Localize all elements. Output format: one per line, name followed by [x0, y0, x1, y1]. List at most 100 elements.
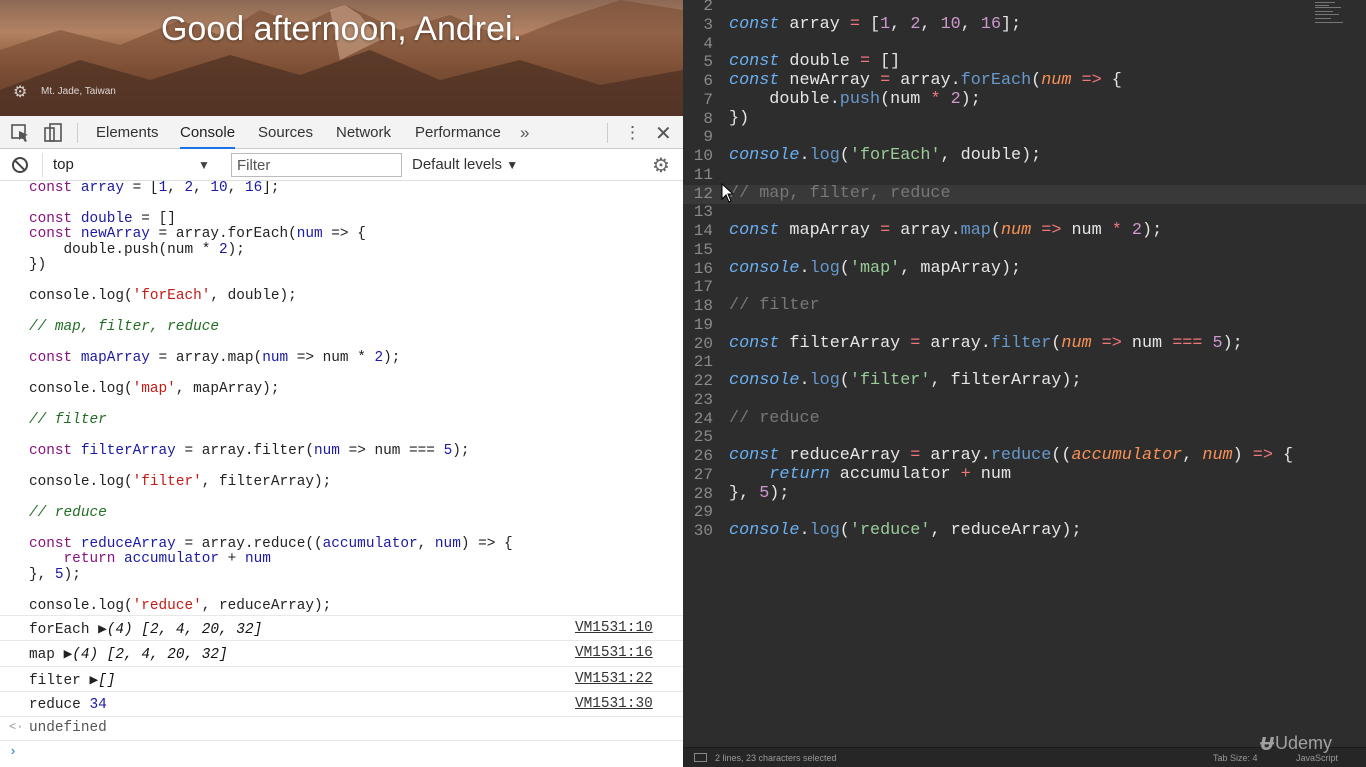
- tab-console[interactable]: Console: [180, 116, 236, 149]
- tab-sources[interactable]: Sources: [258, 116, 313, 149]
- console-settings-gear-icon[interactable]: ⚙: [652, 153, 670, 178]
- line-number: 19: [693, 315, 713, 334]
- code-line[interactable]: }, 5);: [729, 484, 789, 503]
- console-source-line: console.log('filter', filterArray);: [29, 474, 332, 490]
- log-levels-select[interactable]: Default levels ▼: [412, 153, 518, 177]
- more-tabs-icon[interactable]: »: [520, 123, 529, 143]
- code-line[interactable]: const newArray = array.forEach(num => {: [729, 72, 1122, 90]
- expand-triangle-icon[interactable]: ▶: [89, 673, 98, 689]
- code-line[interactable]: }): [729, 109, 749, 128]
- source-link[interactable]: VM1531:22: [575, 671, 653, 687]
- line-number: 17: [693, 278, 713, 297]
- minimap-line: [1315, 22, 1343, 23]
- expand-triangle-icon[interactable]: ▶: [64, 647, 73, 663]
- tab-performance[interactable]: Performance: [415, 116, 501, 149]
- console-source-line: // filter: [29, 412, 107, 428]
- console-log-row[interactable]: map ▶(4) [2, 4, 20, 32] VM1531:16: [0, 640, 683, 665]
- gear-icon[interactable]: ⚙: [13, 82, 27, 102]
- log-value[interactable]: []: [98, 673, 115, 689]
- console-log-row[interactable]: forEach ▶(4) [2, 4, 20, 32] VM1531:10: [0, 615, 683, 640]
- line-number: 24: [693, 409, 713, 428]
- line-number: 15: [693, 240, 713, 259]
- console-source-line: console.log('map', mapArray);: [29, 381, 280, 397]
- toolbar-divider: [607, 123, 608, 143]
- code-line[interactable]: double.push(num * 2);: [729, 90, 981, 109]
- code-line[interactable]: // filter: [729, 297, 820, 315]
- line-number: 13: [693, 203, 713, 222]
- inspect-element-icon[interactable]: [9, 122, 31, 144]
- code-line[interactable]: console.log('forEach', double);: [729, 147, 1041, 165]
- code-line[interactable]: const double = []: [729, 53, 900, 71]
- console-source-line: // map, filter, reduce: [29, 319, 219, 335]
- source-link[interactable]: VM1531:30: [575, 696, 653, 712]
- log-entry: filter ▶[]: [29, 672, 115, 689]
- clear-console-icon[interactable]: [12, 157, 28, 173]
- log-value[interactable]: (4) [2, 4, 20, 32]: [72, 647, 227, 663]
- console-source-line: const filterArray = array.filter(num => …: [29, 443, 470, 459]
- code-line[interactable]: const array = [1, 2, 10, 16];: [729, 15, 1021, 34]
- line-number: 9: [703, 128, 713, 147]
- result-value: undefined: [29, 720, 107, 736]
- console-log-row[interactable]: filter ▶[] VM1531:22: [0, 666, 683, 691]
- expand-triangle-icon[interactable]: ▶: [98, 622, 107, 638]
- console-source-line: const newArray = array.forEach(num => {: [29, 226, 366, 242]
- line-number: 16: [693, 259, 713, 278]
- code-line[interactable]: console.log('reduce', reduceArray);: [729, 522, 1082, 540]
- line-number: 23: [693, 390, 713, 409]
- console-source-line: const array = [1, 2, 10, 16];: [29, 181, 280, 196]
- code-editor[interactable]: 2 lines, 23 characters selected Tab Size…: [683, 0, 1366, 767]
- console-source-line: const mapArray = array.map(num => num * …: [29, 350, 401, 366]
- console-source-line: }, 5);: [29, 567, 81, 583]
- minimap-line: [1315, 14, 1339, 15]
- syntax-status[interactable]: JavaScript: [1296, 753, 1338, 763]
- log-label: map: [29, 647, 55, 663]
- device-toolbar-icon[interactable]: [42, 122, 64, 144]
- dropdown-caret-icon[interactable]: ▼: [198, 153, 210, 177]
- line-number: 22: [693, 372, 713, 390]
- panel-toggle-icon[interactable]: [694, 753, 707, 762]
- line-number: 7: [703, 90, 713, 109]
- log-levels-label: Default levels: [412, 156, 503, 173]
- log-value[interactable]: (4) [2, 4, 20, 32]: [107, 622, 262, 638]
- log-label: forEach: [29, 622, 90, 638]
- log-value: 34: [89, 697, 107, 713]
- tab-network[interactable]: Network: [336, 116, 391, 149]
- code-line[interactable]: const mapArray = array.map(num => num * …: [729, 222, 1162, 240]
- udemy-logo-icon: ᵾ: [1260, 729, 1275, 756]
- filter-input[interactable]: [231, 153, 402, 177]
- kebab-menu-icon[interactable]: ⋮: [624, 123, 641, 143]
- code-line[interactable]: // reduce: [729, 409, 820, 428]
- log-label: reduce: [29, 697, 81, 713]
- console-log-row[interactable]: reduce 34 VM1531:30: [0, 691, 683, 716]
- console-source-line: console.log('forEach', double);: [29, 288, 297, 304]
- tab-size-status[interactable]: Tab Size: 4: [1213, 753, 1258, 763]
- tab-elements[interactable]: Elements: [96, 116, 159, 149]
- console-prompt[interactable]: ›: [0, 740, 683, 764]
- line-number: 29: [693, 503, 713, 522]
- line-number: 21: [693, 353, 713, 372]
- console-source-line: return accumulator + num: [63, 551, 271, 567]
- code-line[interactable]: return accumulator + num: [729, 465, 1011, 484]
- source-link[interactable]: VM1531:10: [575, 620, 653, 636]
- code-line[interactable]: const filterArray = array.filter(num => …: [729, 334, 1243, 353]
- line-number: 20: [693, 334, 713, 353]
- code-line[interactable]: // map, filter, reduce: [729, 184, 951, 203]
- console-output[interactable]: const array = [1, 2, 10, 16]; const doub…: [0, 181, 683, 767]
- line-number: 27: [693, 465, 713, 484]
- minimap-line: [1315, 7, 1341, 8]
- close-icon[interactable]: ✕: [655, 121, 672, 146]
- result-arrow-icon: <·: [9, 720, 24, 734]
- code-line[interactable]: console.log('filter', filterArray);: [729, 372, 1082, 390]
- toolbar-divider: [77, 123, 78, 143]
- code-line[interactable]: console.log('map', mapArray);: [729, 259, 1021, 278]
- code-line[interactable]: const reduceArray = array.reduce((accumu…: [729, 447, 1293, 465]
- devtools-tabbar: Elements Console Sources Network Perform…: [0, 116, 683, 149]
- greeting-text: Good afternoon, Andrei.: [160, 10, 523, 48]
- context-selector[interactable]: top: [42, 153, 216, 177]
- line-number: 30: [693, 522, 713, 540]
- source-link[interactable]: VM1531:16: [575, 645, 653, 661]
- minimap[interactable]: [1313, 0, 1353, 26]
- console-source-line: // reduce: [29, 505, 107, 521]
- line-number: 25: [693, 428, 713, 447]
- line-number: 6: [703, 72, 713, 90]
